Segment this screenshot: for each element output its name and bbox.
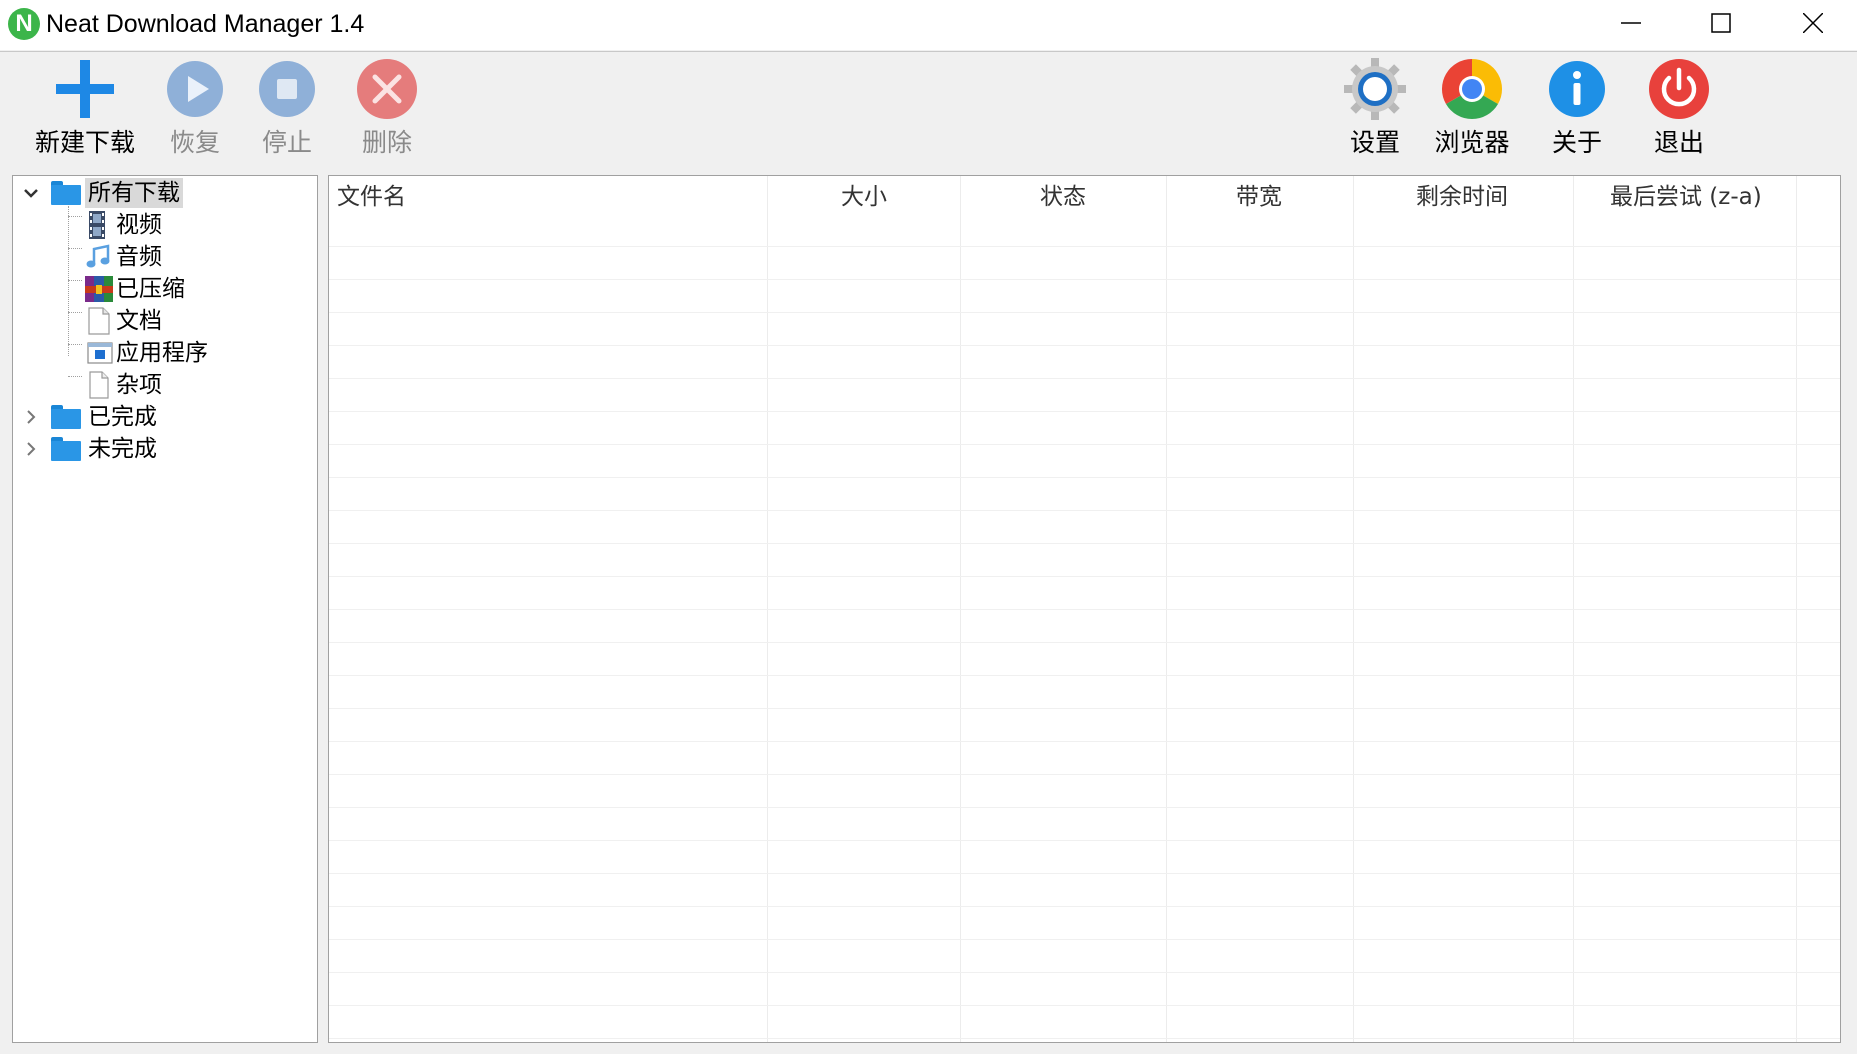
tree-item-applications[interactable]: 应用程序 [13, 338, 313, 368]
grid-row-line [329, 279, 1840, 280]
folder-icon [51, 437, 81, 461]
tree-item-audio[interactable]: 音频 [13, 242, 313, 272]
exit-button[interactable]: 退出 [1644, 56, 1714, 164]
grid-row-line [329, 378, 1840, 379]
grid-row-line [329, 345, 1840, 346]
close-button[interactable] [1768, 0, 1857, 50]
stop-label: 停止 [261, 128, 312, 157]
delete-button[interactable]: 删除 [352, 56, 422, 164]
grid-row-line [329, 312, 1840, 313]
film-icon [89, 211, 105, 239]
folder-icon [51, 181, 81, 205]
grid-row-line [329, 1005, 1840, 1006]
grid-row-line [329, 543, 1840, 544]
grid-row-line [329, 708, 1840, 709]
tree-item-label: 未完成 [88, 436, 157, 462]
archive-icon [85, 276, 113, 302]
new-download-button[interactable]: 新建下载 [30, 56, 140, 164]
play-icon [167, 61, 223, 117]
grid-row-line [329, 246, 1840, 247]
grid-row-line [329, 444, 1840, 445]
new-download-label: 新建下载 [34, 128, 135, 157]
tree-item-label: 已压缩 [116, 276, 185, 302]
title-bar: N Neat Download Manager 1.4 [0, 0, 1857, 50]
grid-row-line [329, 906, 1840, 907]
minimize-button[interactable] [1586, 0, 1676, 50]
music-note-icon [86, 244, 110, 268]
plus-icon [56, 60, 114, 118]
tree-item-all-downloads[interactable]: 所有下载 [13, 178, 313, 208]
tree-item-label: 视频 [116, 212, 162, 238]
tree-item-incomplete[interactable]: 未完成 [13, 434, 313, 464]
application-icon [87, 342, 113, 364]
document-icon [88, 307, 110, 335]
stop-icon [259, 61, 315, 117]
app-logo-icon: N [8, 8, 40, 40]
browser-button[interactable]: 浏览器 [1432, 56, 1512, 164]
window-title: Neat Download Manager 1.4 [46, 10, 365, 38]
chrome-icon [1441, 58, 1503, 120]
tree-item-label: 音频 [116, 244, 162, 270]
grid-row-line [329, 411, 1840, 412]
category-tree[interactable]: 所有下载 视频 音频 已压缩 文档 应用程序 杂项 已完成 未完成 [12, 175, 318, 1043]
gear-icon [1344, 58, 1406, 120]
column-header-last-try[interactable]: 最后尝试 (z-a) [1610, 176, 1762, 218]
grid-row-line [329, 873, 1840, 874]
grid-row-line [329, 609, 1840, 610]
resume-button[interactable]: 恢复 [160, 56, 230, 164]
column-header-size[interactable]: 大小 [841, 176, 887, 218]
resume-label: 恢复 [169, 128, 220, 157]
tree-item-label: 文档 [116, 308, 162, 334]
grid-row-line [329, 840, 1840, 841]
chevron-right-icon[interactable] [23, 434, 39, 464]
tree-item-documents[interactable]: 文档 [13, 306, 313, 336]
tree-item-label: 杂项 [116, 372, 162, 398]
grid-row-line [329, 807, 1840, 808]
title-separator [0, 51, 1857, 52]
tree-item-misc[interactable]: 杂项 [13, 370, 313, 400]
maximize-button[interactable] [1676, 0, 1766, 50]
delete-label: 删除 [361, 128, 412, 157]
grid-row-line [329, 675, 1840, 676]
delete-icon [357, 59, 417, 119]
grid-row-line [329, 576, 1840, 577]
tree-item-label: 所有下载 [85, 178, 183, 208]
settings-button[interactable]: 设置 [1340, 56, 1410, 164]
about-label: 关于 [1551, 128, 1602, 157]
grid-row-line [329, 642, 1840, 643]
tree-item-video[interactable]: 视频 [13, 210, 313, 240]
about-button[interactable]: 关于 [1542, 56, 1612, 164]
exit-label: 退出 [1653, 128, 1704, 157]
grid-row-line [329, 741, 1840, 742]
column-header-filename[interactable]: 文件名 [337, 176, 406, 218]
grid-row-line [329, 510, 1840, 511]
chevron-right-icon[interactable] [23, 402, 39, 432]
chevron-down-icon[interactable] [23, 178, 39, 208]
grid-row-line [329, 972, 1840, 973]
grid-row-line [329, 774, 1840, 775]
tree-item-compressed[interactable]: 已压缩 [13, 274, 313, 304]
column-header-status[interactable]: 状态 [1040, 176, 1086, 218]
grid-row-line [329, 939, 1840, 940]
stop-button[interactable]: 停止 [252, 56, 322, 164]
browser-label: 浏览器 [1434, 128, 1510, 157]
column-header-time-left[interactable]: 剩余时间 [1416, 176, 1508, 218]
download-list[interactable]: 文件名 大小 状态 带宽 剩余时间 最后尝试 (z-a) [328, 175, 1841, 1043]
grid-row-line [329, 1038, 1840, 1039]
tree-item-label: 应用程序 [116, 340, 208, 366]
blank-file-icon [89, 371, 109, 399]
tree-item-label: 已完成 [88, 404, 157, 430]
power-icon [1649, 59, 1709, 119]
grid-row-line [329, 477, 1840, 478]
column-header-bandwidth[interactable]: 带宽 [1236, 176, 1282, 218]
settings-label: 设置 [1349, 128, 1400, 157]
folder-icon [51, 405, 81, 429]
tree-item-completed[interactable]: 已完成 [13, 402, 313, 432]
info-icon [1549, 61, 1605, 117]
